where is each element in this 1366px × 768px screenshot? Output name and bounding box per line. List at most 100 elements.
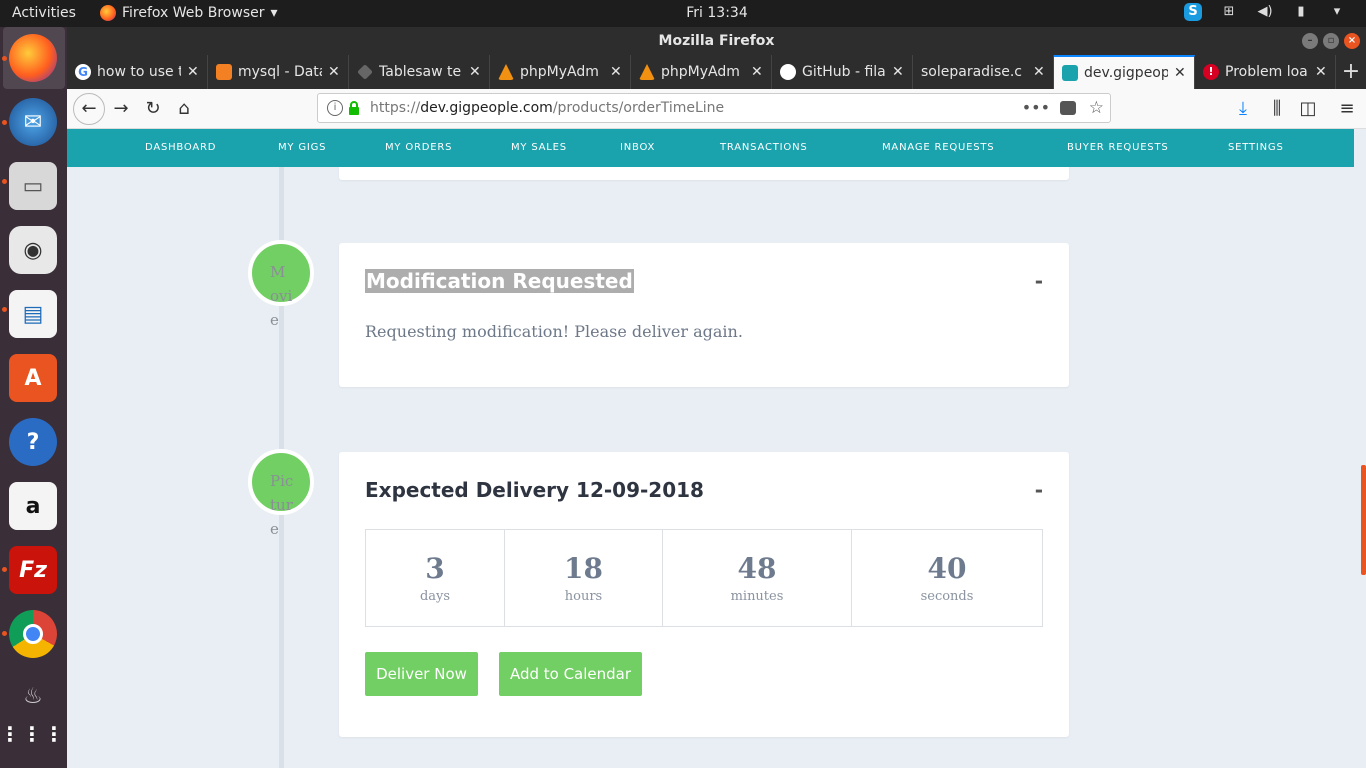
tab-label: Tablesaw te bbox=[379, 64, 462, 80]
running-indicator bbox=[2, 179, 7, 184]
sidebar-icon[interactable]: ◫ bbox=[1296, 97, 1320, 121]
browser-tab[interactable]: G how to use t ✕ bbox=[67, 55, 208, 89]
modification-card: Modification Requested - Requesting modi… bbox=[339, 243, 1069, 387]
browser-tab[interactable]: Tablesaw te ✕ bbox=[349, 55, 490, 89]
filezilla-icon[interactable]: Fz bbox=[9, 546, 57, 594]
browser-tab[interactable]: phpMyAdm ✕ bbox=[631, 55, 772, 89]
new-tab-icon[interactable]: + bbox=[1336, 55, 1366, 89]
close-tab-icon[interactable]: ✕ bbox=[892, 64, 904, 80]
phpmyadmin-icon bbox=[639, 64, 655, 80]
browser-tab-active[interactable]: dev.gigpeop ✕ bbox=[1054, 55, 1195, 89]
countdown-unit: hours bbox=[564, 589, 603, 604]
bookmark-star-icon[interactable]: ☆ bbox=[1089, 94, 1104, 122]
nav-my-orders[interactable]: MY ORDERS bbox=[385, 142, 452, 153]
back-icon[interactable]: ← bbox=[73, 93, 105, 125]
countdown-minutes: 48 minutes bbox=[663, 530, 852, 626]
network-icon[interactable]: ⊞ bbox=[1220, 3, 1238, 21]
tab-label: phpMyAdm bbox=[661, 64, 740, 80]
tab-label: dev.gigpeop bbox=[1084, 65, 1168, 81]
collapse-button[interactable]: - bbox=[1035, 269, 1043, 293]
page-scrollbar[interactable] bbox=[1361, 465, 1366, 575]
power-menu-icon[interactable]: ▾ bbox=[1328, 3, 1346, 21]
amazon-icon[interactable]: a bbox=[9, 482, 57, 530]
maximize-icon[interactable]: ▫ bbox=[1323, 33, 1339, 49]
close-tab-icon[interactable]: ✕ bbox=[328, 64, 340, 80]
close-tab-icon[interactable]: ✕ bbox=[1174, 65, 1186, 81]
site-navigation: DASHBOARD MY GIGS MY ORDERS MY SALES INB… bbox=[67, 129, 1354, 167]
battery-icon[interactable]: ▮ bbox=[1292, 3, 1310, 21]
rhythmbox-icon[interactable]: ◉ bbox=[9, 226, 57, 274]
url-bar[interactable]: i https://dev.gigpeople.com/products/ord… bbox=[317, 93, 1111, 123]
home-icon[interactable]: ⌂ bbox=[172, 97, 196, 121]
thunderbird-icon[interactable]: ✉ bbox=[9, 98, 57, 146]
card-title: Expected Delivery 12-09-2018 bbox=[365, 478, 704, 502]
system-top-bar: Activities Firefox Web Browser ▾ Fri 13:… bbox=[0, 0, 1366, 27]
library-icon[interactable]: ⫼ bbox=[1265, 97, 1289, 121]
nav-buyer-requests[interactable]: BUYER REQUESTS bbox=[1067, 142, 1169, 153]
nav-settings[interactable]: SETTINGS bbox=[1228, 142, 1284, 153]
files-icon[interactable]: ▭ bbox=[9, 162, 57, 210]
close-tab-icon[interactable]: ✕ bbox=[610, 64, 622, 80]
menu-icon[interactable]: ≡ bbox=[1335, 97, 1359, 121]
minimize-icon[interactable]: – bbox=[1302, 33, 1318, 49]
browser-tab[interactable]: soleparadise.c ✕ bbox=[913, 55, 1054, 89]
add-to-calendar-button[interactable]: Add to Calendar bbox=[499, 652, 642, 696]
close-icon[interactable]: × bbox=[1344, 33, 1360, 49]
stackoverflow-icon bbox=[216, 64, 232, 80]
nav-my-gigs[interactable]: MY GIGS bbox=[278, 142, 326, 153]
nav-inbox[interactable]: INBOX bbox=[620, 142, 655, 153]
close-tab-icon[interactable]: ✕ bbox=[751, 64, 763, 80]
navigation-toolbar: ← → ↻ ⌂ i https://dev.gigpeople.com/prod… bbox=[67, 89, 1366, 129]
running-indicator bbox=[2, 120, 7, 125]
browser-tab[interactable]: phpMyAdm ✕ bbox=[490, 55, 631, 89]
skype-icon[interactable]: S bbox=[1184, 3, 1202, 21]
countdown-value: 3 bbox=[425, 552, 445, 585]
nav-my-sales[interactable]: MY SALES bbox=[511, 142, 567, 153]
running-indicator bbox=[2, 567, 7, 572]
app-grid-icon[interactable]: ⋮⋮⋮ bbox=[0, 710, 64, 758]
close-tab-icon[interactable]: ✕ bbox=[1315, 64, 1327, 80]
countdown-timer: 3 days 18 hours 48 minutes 40 seconds bbox=[365, 529, 1043, 627]
card-title-text: Modification Requested bbox=[365, 269, 634, 293]
badge-label: Movie bbox=[270, 263, 293, 329]
tablesaw-icon bbox=[357, 64, 373, 80]
software-center-icon[interactable]: A bbox=[9, 354, 57, 402]
countdown-value: 40 bbox=[927, 552, 967, 585]
page-actions-icon[interactable]: ••• bbox=[1022, 94, 1050, 122]
order-timeline: Movie Modification Requested - Requestin… bbox=[67, 167, 1354, 768]
browser-tab[interactable]: GitHub - fila ✕ bbox=[772, 55, 913, 89]
firefox-icon[interactable] bbox=[9, 34, 57, 82]
collapse-button[interactable]: - bbox=[1035, 478, 1043, 502]
tab-strip: G how to use t ✕ mysql - Data ✕ Tablesaw t… bbox=[67, 55, 1366, 89]
close-tab-icon[interactable]: ✕ bbox=[469, 64, 481, 80]
lock-icon[interactable] bbox=[348, 101, 360, 115]
volume-icon[interactable]: ◀) bbox=[1256, 3, 1274, 21]
tab-label: soleparadise.c bbox=[921, 64, 1022, 80]
browser-tab[interactable]: ! Problem loa ✕ bbox=[1195, 55, 1336, 89]
launcher-dock: ✉ ▭ ◉ ▤ A ? a Fz ♨ ⋮⋮⋮ bbox=[0, 27, 67, 768]
chrome-icon[interactable] bbox=[9, 610, 57, 658]
writer-icon[interactable]: ▤ bbox=[9, 290, 57, 338]
download-icon[interactable]: ⤓ bbox=[1231, 97, 1255, 121]
countdown-unit: minutes bbox=[730, 589, 784, 604]
countdown-hours: 18 hours bbox=[505, 530, 663, 626]
countdown-value: 18 bbox=[564, 552, 603, 585]
nav-dashboard[interactable]: DASHBOARD bbox=[145, 142, 216, 153]
pocket-icon[interactable] bbox=[1060, 101, 1076, 115]
info-icon[interactable]: i bbox=[327, 100, 343, 116]
deliver-now-button[interactable]: Deliver Now bbox=[365, 652, 478, 696]
close-tab-icon[interactable]: ✕ bbox=[187, 64, 199, 80]
window-titlebar: Mozilla Firefox – ▫ × bbox=[67, 27, 1366, 55]
error-icon: ! bbox=[1203, 64, 1219, 80]
close-tab-icon[interactable]: ✕ bbox=[1033, 64, 1045, 80]
browser-tab[interactable]: mysql - Data ✕ bbox=[208, 55, 349, 89]
forward-icon[interactable]: → bbox=[109, 97, 133, 121]
google-icon: G bbox=[75, 64, 91, 80]
nav-transactions[interactable]: TRANSACTIONS bbox=[720, 142, 808, 153]
nav-manage-requests[interactable]: MANAGE REQUESTS bbox=[882, 142, 994, 153]
reload-icon[interactable]: ↻ bbox=[141, 97, 165, 121]
countdown-seconds: 40 seconds bbox=[852, 530, 1042, 626]
clock[interactable]: Fri 13:34 bbox=[0, 5, 1366, 21]
help-icon[interactable]: ? bbox=[9, 418, 57, 466]
tab-label: how to use t bbox=[97, 64, 181, 80]
